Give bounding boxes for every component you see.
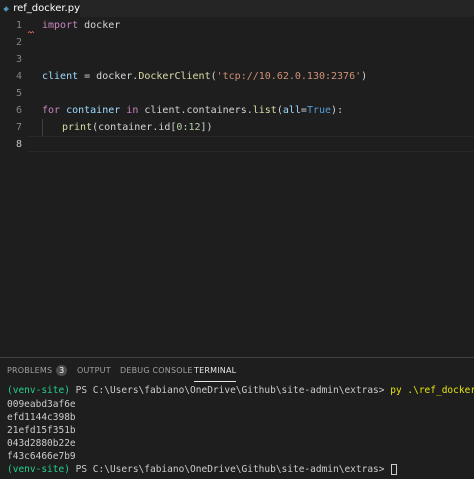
terminal-output-line: 009eabd3af6e [7, 399, 76, 410]
code-line-7[interactable]: print(container.id[0:12]) [62, 119, 213, 136]
code-text: client.containers. [138, 105, 253, 116]
tab-ref-docker[interactable]: ref_docker.py [0, 0, 80, 17]
code-text: = docker. [78, 71, 139, 82]
prompt-path: PS C:\Users\fabiano\OneDrive\Github\site… [69, 464, 391, 475]
function-name: print [62, 122, 93, 133]
editor-tab-bar: ref_docker.py [0, 0, 474, 17]
terminal-output-line: f43c6466e7b9 [7, 451, 76, 462]
tab-problems[interactable]: PROBLEMS 3 [7, 363, 68, 379]
code-line-4[interactable]: client = docker.DockerClient('tcp://10.6… [42, 68, 367, 85]
function-name: list [252, 105, 277, 116]
code-text: ]) [200, 122, 213, 133]
terminal-prompt-line[interactable]: (venv-site) PS C:\Users\fabiano\OneDrive… [7, 463, 398, 477]
keyword: for [42, 105, 61, 116]
panel-tab-bar: PROBLEMS 3 OUTPUT DEBUG CONSOLE TERMINAL [0, 363, 474, 382]
code-line-6[interactable]: for container in client.containers.list(… [42, 102, 343, 119]
line-number: 8 [15, 139, 22, 150]
code-text: docker [78, 20, 121, 31]
terminal-output-line: efd1144c398b [7, 412, 76, 423]
line-number: 7 [15, 122, 22, 133]
problems-count-badge: 3 [56, 365, 68, 376]
prompt-path: PS C:\Users\fabiano\OneDrive\Github\site… [69, 385, 391, 396]
tab-label: ref_docker.py [13, 3, 80, 14]
warning-squiggle-icon [28, 31, 34, 34]
terminal-output-line: 21efd15f351b [7, 425, 76, 436]
number-literal: 12 [188, 122, 201, 133]
current-line-highlight [28, 136, 474, 152]
code-text: ): [331, 105, 344, 116]
bottom-panel: PROBLEMS 3 OUTPUT DEBUG CONSOLE TERMINAL … [0, 357, 474, 479]
venv-prompt: (venv-site) [7, 464, 70, 475]
function-name: DockerClient [138, 71, 211, 82]
line-number: 2 [15, 37, 22, 48]
tab-debug-console[interactable]: DEBUG CONSOLE [120, 363, 193, 379]
venv-prompt: (venv-site) [7, 385, 70, 396]
line-number: 5 [15, 88, 22, 99]
terminal-output-line: 043d2880b22e [7, 438, 76, 449]
line-number: 1 [15, 20, 22, 31]
tab-terminal[interactable]: TERMINAL [194, 363, 237, 382]
keyword: import [42, 20, 79, 31]
terminal-cursor [391, 464, 398, 475]
tab-problems-label: PROBLEMS [7, 366, 53, 375]
python-file-icon [3, 6, 9, 11]
line-number: 6 [15, 105, 22, 116]
keyword: in [126, 105, 139, 116]
constant: True [306, 105, 332, 116]
terminal-command: py .\ref_docker.py [390, 385, 474, 396]
tab-output[interactable]: OUTPUT [77, 363, 111, 379]
code-line-1[interactable]: import docker [42, 17, 120, 34]
line-number: 4 [15, 71, 22, 82]
variable: client [42, 71, 79, 82]
variable: container [60, 105, 127, 116]
parameter: all [282, 105, 301, 116]
terminal-command-line: (venv-site) PS C:\Users\fabiano\OneDrive… [7, 384, 474, 398]
code-editor[interactable]: 1 2 3 4 5 6 7 8 import docker client = d… [0, 17, 474, 357]
line-number-gutter: 1 2 3 4 5 6 7 8 [0, 17, 28, 357]
indent-guide [42, 119, 43, 136]
line-number: 3 [15, 54, 22, 65]
code-text: (container.id[ [92, 122, 177, 133]
string-literal: 'tcp://10.62.0.130:2376' [216, 71, 362, 82]
code-text: ) [361, 71, 368, 82]
